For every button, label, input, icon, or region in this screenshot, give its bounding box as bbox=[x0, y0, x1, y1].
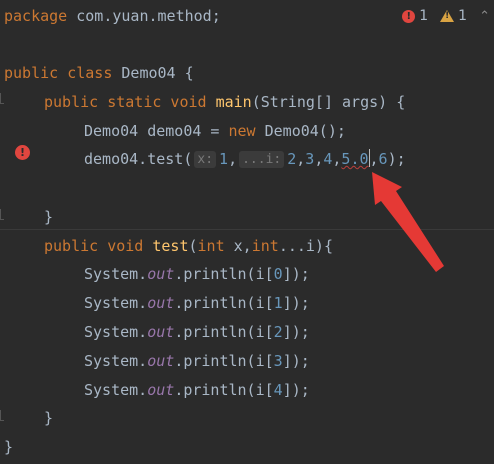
keyword-public-void: public void bbox=[44, 237, 144, 255]
code-line-12[interactable]: System.out.println(i[2]); bbox=[84, 318, 494, 347]
keyword-package: package bbox=[4, 7, 68, 25]
code-line-5[interactable]: Demo04 demo04 = new Demo04(); bbox=[84, 117, 494, 146]
code-editor[interactable]: ! 1 1 ⌃ package com.yuan.method; public … bbox=[0, 0, 494, 464]
arg-5-error[interactable]: 5.0 bbox=[341, 150, 368, 168]
code-line-4[interactable]: public static void main(String[] args) { bbox=[44, 88, 494, 117]
call-close: ]); bbox=[282, 323, 310, 341]
system-class: System. bbox=[84, 352, 148, 370]
index-2: 2 bbox=[273, 323, 283, 341]
param-x: x, bbox=[224, 237, 252, 255]
println-call: .println(i[ bbox=[174, 265, 274, 283]
code-line-14[interactable]: System.out.println(i[4]); bbox=[84, 376, 494, 405]
out-field: out bbox=[147, 265, 175, 283]
code-line-15[interactable]: } bbox=[44, 404, 494, 433]
out-field: out bbox=[147, 352, 175, 370]
gutter-error-icon[interactable]: ! bbox=[15, 145, 30, 160]
arg-2: 2 bbox=[287, 150, 297, 168]
param-hint-x: x: bbox=[194, 151, 217, 168]
out-field: out bbox=[147, 381, 175, 399]
closing-brace: } bbox=[4, 438, 14, 456]
system-class: System. bbox=[84, 265, 148, 283]
arg-1: 1 bbox=[219, 150, 229, 168]
constructor-call: Demo04(); bbox=[255, 122, 346, 140]
call-end: ); bbox=[387, 150, 406, 168]
param-hint-i: ...i: bbox=[239, 151, 285, 168]
method-test: test bbox=[152, 237, 189, 255]
closing-brace: } bbox=[44, 208, 54, 226]
code-line-10[interactable]: System.out.println(i[0]); bbox=[84, 260, 494, 289]
code-line-16[interactable]: } bbox=[4, 433, 494, 462]
class-name: Demo04 { bbox=[112, 64, 194, 82]
system-class: System. bbox=[84, 323, 148, 341]
println-call: .println(i[ bbox=[174, 381, 274, 399]
arg-6: 6 bbox=[378, 150, 388, 168]
paren: ( bbox=[188, 237, 198, 255]
call-close: ]); bbox=[282, 352, 310, 370]
var-declaration: Demo04 demo04 = bbox=[84, 122, 229, 140]
call-close: ]); bbox=[282, 381, 310, 399]
method-call: demo04.test( bbox=[84, 150, 193, 168]
comma: , bbox=[228, 150, 238, 168]
keyword-int: int bbox=[251, 237, 279, 255]
fold-marker[interactable] bbox=[0, 93, 4, 104]
code-line-13[interactable]: System.out.println(i[3]); bbox=[84, 347, 494, 376]
code-line-9[interactable]: public void test(int x,int...i){ bbox=[44, 232, 494, 261]
code-line-6[interactable]: demo04.test(x: 1, ...i: 2,3,4,5.0,6); bbox=[84, 145, 494, 174]
package-name: com.yuan.method; bbox=[67, 7, 221, 25]
code-line-3[interactable]: public class Demo04 { bbox=[4, 59, 494, 88]
index-0: 0 bbox=[273, 265, 283, 283]
index-4: 4 bbox=[273, 381, 283, 399]
system-class: System. bbox=[84, 294, 148, 312]
param-varargs: ...i){ bbox=[278, 237, 333, 255]
println-call: .println(i[ bbox=[174, 352, 274, 370]
index-3: 3 bbox=[273, 352, 283, 370]
keyword-int: int bbox=[197, 237, 225, 255]
out-field: out bbox=[147, 294, 175, 312]
keyword-public-static-void: public static void bbox=[44, 93, 207, 111]
code-line-11[interactable]: System.out.println(i[1]); bbox=[84, 289, 494, 318]
comma: , bbox=[369, 150, 379, 168]
call-close: ]); bbox=[282, 265, 310, 283]
out-field: out bbox=[147, 323, 175, 341]
code-line-8[interactable]: } bbox=[44, 203, 494, 232]
method-separator bbox=[0, 229, 494, 230]
comma: , bbox=[296, 150, 306, 168]
comma: , bbox=[314, 150, 324, 168]
main-params: (String[] args) { bbox=[251, 93, 406, 111]
closing-brace: } bbox=[44, 409, 54, 427]
index-1: 1 bbox=[273, 294, 283, 312]
fold-marker[interactable] bbox=[0, 209, 4, 220]
fold-marker[interactable] bbox=[0, 410, 4, 421]
method-main: main bbox=[215, 93, 252, 111]
arg-3: 3 bbox=[305, 150, 315, 168]
code-line-1[interactable]: package com.yuan.method; bbox=[4, 2, 494, 31]
call-close: ]); bbox=[282, 294, 310, 312]
println-call: .println(i[ bbox=[174, 294, 274, 312]
println-call: .println(i[ bbox=[174, 323, 274, 341]
keyword-new: new bbox=[228, 122, 256, 140]
system-class: System. bbox=[84, 381, 148, 399]
keyword-public-class: public class bbox=[4, 64, 113, 82]
